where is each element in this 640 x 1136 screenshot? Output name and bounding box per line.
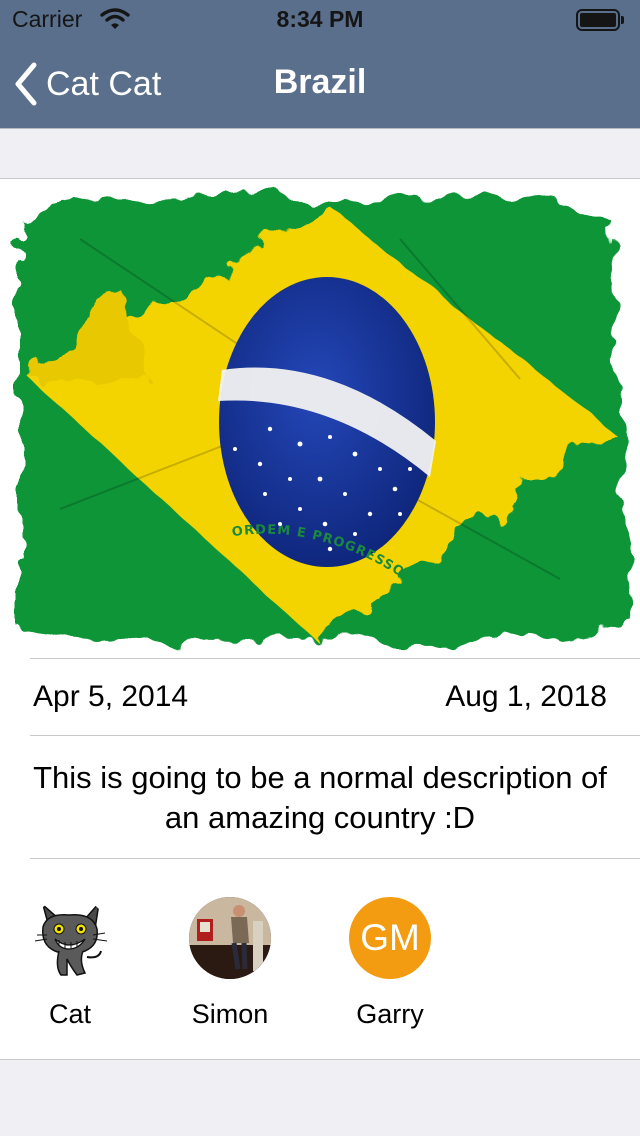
member-name: Cat <box>48 999 92 1029</box>
back-button-label: Cat Cat <box>46 64 162 103</box>
clock: 8:34 PM <box>276 6 364 32</box>
avatar <box>189 897 271 979</box>
divider <box>30 858 640 859</box>
end-date: Aug 1, 2018 <box>445 680 607 713</box>
chevron-left-icon <box>14 62 38 106</box>
member-name: Simon <box>191 999 269 1029</box>
member-simon[interactable]: Simon <box>170 897 290 1030</box>
divider <box>30 658 640 659</box>
member-name: Garry <box>356 999 424 1029</box>
back-button[interactable]: Cat Cat <box>14 58 161 110</box>
member-cat[interactable]: Cat <box>10 897 130 1030</box>
battery-icon <box>576 9 624 31</box>
navigation-bar: Carrier 8:34 PM Cat Cat Brazil <box>0 0 640 128</box>
screen: Carrier 8:34 PM Cat Cat Brazil ORDEM E P… <box>0 0 640 1136</box>
country-flag-image: ORDEM E PROGRESSO <box>0 179 640 658</box>
page-title: Brazil <box>273 63 367 101</box>
start-date: Apr 5, 2014 <box>33 680 189 713</box>
photo-avatar-icon <box>189 897 271 979</box>
country-description: This is going to be a normal description… <box>33 760 607 835</box>
avatar-initials: GM <box>349 897 431 979</box>
avatar <box>29 897 111 979</box>
card-bottom-divider <box>0 1059 640 1060</box>
member-garry[interactable]: GM Garry <box>330 897 450 1030</box>
navigation-bar-divider <box>0 128 640 129</box>
cat-avatar-icon <box>29 897 111 979</box>
divider <box>30 735 640 736</box>
